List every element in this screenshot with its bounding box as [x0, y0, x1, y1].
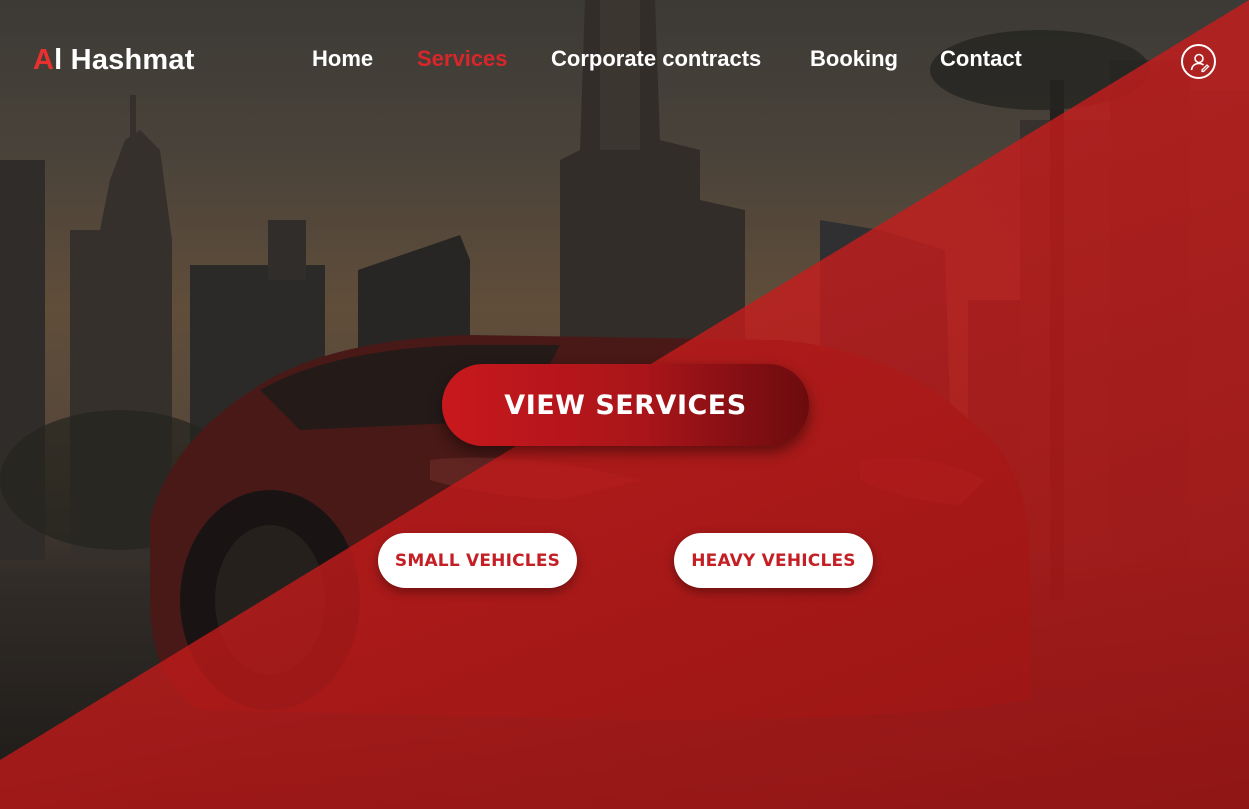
heavy-vehicles-button[interactable]: HEAVY VEHICLES — [674, 533, 873, 588]
view-services-label: VIEW SERVICES — [504, 389, 747, 421]
heavy-vehicles-label: HEAVY VEHICLES — [691, 550, 856, 571]
account-button[interactable] — [1181, 44, 1216, 79]
nav-item-home[interactable]: Home — [312, 46, 373, 72]
nav-item-corporate-contracts[interactable]: Corporate contracts — [551, 46, 761, 72]
hero-section: Al Hashmat Home Services Corporate contr… — [0, 0, 1249, 809]
small-vehicles-button[interactable]: SMALL VEHICLES — [378, 533, 577, 588]
view-services-button[interactable]: VIEW SERVICES — [442, 364, 809, 446]
nav-item-contact[interactable]: Contact — [940, 46, 1022, 72]
main-navigation: Home Services Corporate contracts Bookin… — [0, 46, 1249, 80]
nav-item-services[interactable]: Services — [417, 46, 508, 72]
user-profile-icon — [1190, 53, 1209, 72]
small-vehicles-label: SMALL VEHICLES — [394, 550, 561, 571]
nav-item-booking[interactable]: Booking — [810, 46, 898, 72]
